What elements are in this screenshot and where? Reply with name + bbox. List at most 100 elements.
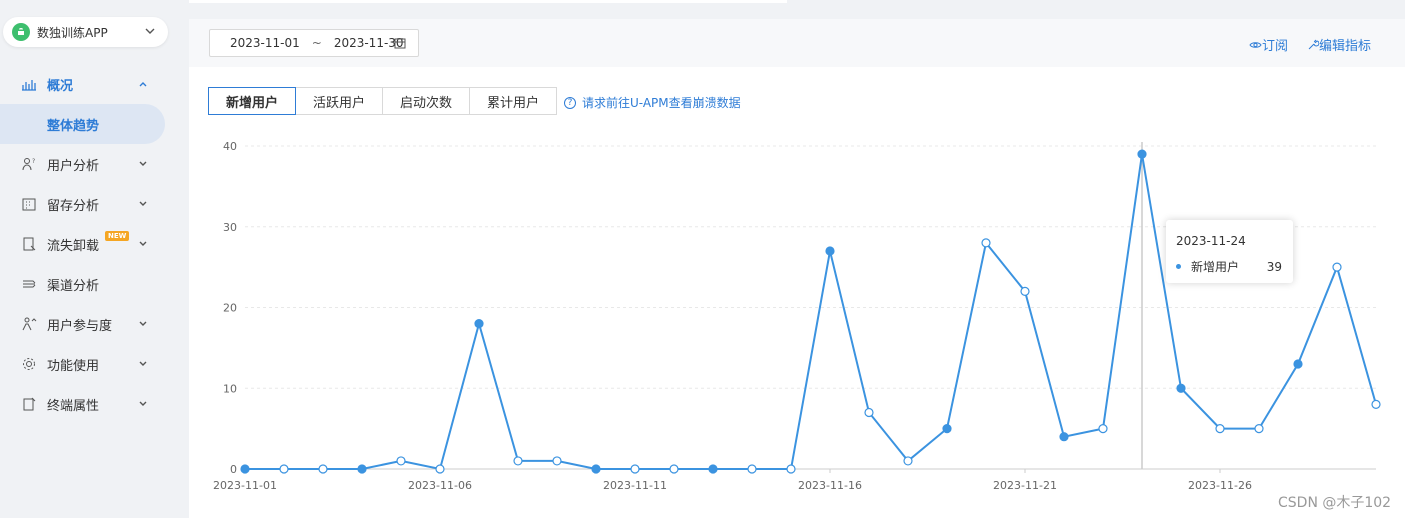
chevron-down-icon — [139, 401, 147, 406]
data-point — [825, 246, 835, 256]
new-badge: NEW — [105, 231, 130, 241]
edit-metrics-label: 编辑指标 — [1319, 39, 1372, 54]
x-tick-label: 2023-11-21 — [993, 479, 1057, 492]
svg-text:?: ? — [32, 158, 35, 165]
chevron-down-icon — [139, 321, 147, 326]
data-point — [474, 319, 484, 329]
data-point — [864, 407, 874, 418]
line-chart: 0 10 20 30 40 2023-11-01 2023-11-06 2023-11-11 2… — [213, 140, 1381, 492]
sidebar-item-label: 用户分析 — [47, 158, 100, 174]
sidebar-item-label: 功能使用 — [47, 358, 100, 374]
data-point — [1059, 432, 1069, 442]
toolbar: 2023-11-01 ~ 2023-11-30 订阅 编辑指标 — [189, 19, 1405, 67]
sidebar-item-overall-trend[interactable]: 整体趋势 — [0, 104, 165, 144]
sidebar-item-overview[interactable]: 概况 — [0, 64, 172, 104]
device-icon — [21, 396, 37, 412]
data-point — [318, 464, 328, 474]
sidebar-item-label: 渠道分析 — [47, 278, 100, 294]
bar-chart-icon — [21, 76, 37, 92]
data-point — [942, 424, 952, 434]
data-point — [396, 456, 406, 466]
sidebar-item-label: 留存分析 — [47, 198, 100, 214]
channel-icon — [21, 276, 37, 292]
data-point — [552, 456, 562, 466]
data-point — [591, 464, 601, 474]
sidebar-item-label: 整体趋势 — [47, 118, 100, 134]
sidebar-item-retention[interactable]: 留存分析 — [0, 184, 172, 224]
chevron-up-icon — [139, 82, 147, 87]
app-name: 数独训练APP — [37, 25, 108, 40]
android-icon — [12, 23, 30, 41]
sidebar-item-feature-usage[interactable]: 功能使用 — [0, 344, 172, 384]
data-point — [1176, 383, 1186, 393]
y-tick-label: 20 — [223, 302, 237, 315]
data-point — [1215, 424, 1225, 434]
data-point — [630, 464, 640, 474]
data-point — [1254, 424, 1264, 434]
data-point — [669, 464, 679, 474]
sidebar-item-engagement[interactable]: 用户参与度 — [0, 304, 172, 344]
sidebar-item-user-analysis[interactable]: ? 用户分析 — [0, 144, 172, 184]
chevron-down-icon — [139, 201, 147, 206]
data-point — [357, 464, 367, 474]
sidebar-item-label: 终端属性 — [47, 398, 100, 414]
engagement-icon — [21, 316, 37, 332]
date-separator: ~ — [311, 36, 322, 50]
data-point — [1371, 399, 1381, 409]
tooltip-series: 新增用户 — [1191, 260, 1240, 274]
data-point — [1293, 359, 1303, 369]
data-point — [1098, 424, 1108, 434]
retention-icon — [21, 196, 37, 212]
x-tick-label: 2023-11-06 — [408, 479, 472, 492]
eye-icon — [1249, 41, 1262, 48]
data-point — [240, 464, 250, 474]
data-point — [279, 464, 289, 474]
data-point — [708, 464, 718, 474]
chevron-down-icon — [145, 28, 155, 34]
chart-tooltip: 2023-11-24 新增用户 39 — [1166, 220, 1293, 283]
tab-new-users[interactable]: 新增用户 — [208, 87, 296, 115]
subscribe-label: 订阅 — [1262, 39, 1289, 54]
user-analysis-icon: ? — [21, 156, 37, 172]
data-point — [747, 464, 757, 474]
tooltip-value: 39 — [1266, 259, 1282, 274]
x-tick-label: 2023-11-11 — [603, 479, 667, 492]
app-selector[interactable]: 数独训练APP — [3, 17, 168, 47]
edit-metrics-link[interactable]: 编辑指标 — [1307, 35, 1371, 54]
series-dot-icon — [1176, 264, 1181, 269]
data-point — [513, 456, 523, 466]
calendar-icon — [394, 38, 406, 49]
chevron-down-icon — [139, 161, 147, 166]
sidebar: 数独训练APP 概况 整体趋势 ? 用户分析 留存分析 流失卸载 NEW 渠道分… — [0, 0, 172, 518]
data-point — [435, 464, 445, 474]
subscribe-link[interactable]: 订阅 — [1249, 35, 1288, 54]
data-point — [981, 238, 991, 248]
churn-icon — [21, 236, 37, 252]
data-point — [1020, 286, 1030, 296]
watermark: CSDN @木子102 — [1278, 495, 1392, 511]
x-tick-label: 2023-11-16 — [798, 479, 862, 492]
data-point — [1332, 262, 1342, 272]
sidebar-item-churn[interactable]: 流失卸载 NEW — [0, 224, 172, 264]
date-range-picker[interactable]: 2023-11-01 ~ 2023-11-30 — [209, 29, 419, 57]
date-start: 2023-11-01 — [230, 36, 300, 50]
y-tick-label: 0 — [230, 463, 237, 476]
y-tick-label: 30 — [223, 221, 237, 234]
x-tick-label: 2023-11-26 — [1188, 479, 1252, 492]
data-point — [786, 464, 796, 474]
wrench-icon — [1308, 39, 1319, 49]
y-tick-label: 10 — [223, 382, 237, 395]
sidebar-item-label: 流失卸载 — [47, 238, 100, 254]
data-point — [1137, 149, 1147, 159]
tooltip-date: 2023-11-24 — [1176, 234, 1246, 248]
series-line — [245, 153, 1377, 471]
tooltip-row: 新增用户 39 — [1176, 258, 1286, 275]
sidebar-item-device[interactable]: 终端属性 — [0, 384, 172, 424]
top-strip — [189, 0, 787, 3]
chevron-down-icon — [139, 241, 147, 246]
sidebar-item-channel[interactable]: 渠道分析 — [0, 264, 172, 304]
x-tick-label: 2023-11-01 — [213, 479, 277, 492]
chevron-down-icon — [139, 361, 147, 366]
sidebar-item-label: 概况 — [47, 78, 74, 94]
gear-icon — [21, 356, 37, 372]
